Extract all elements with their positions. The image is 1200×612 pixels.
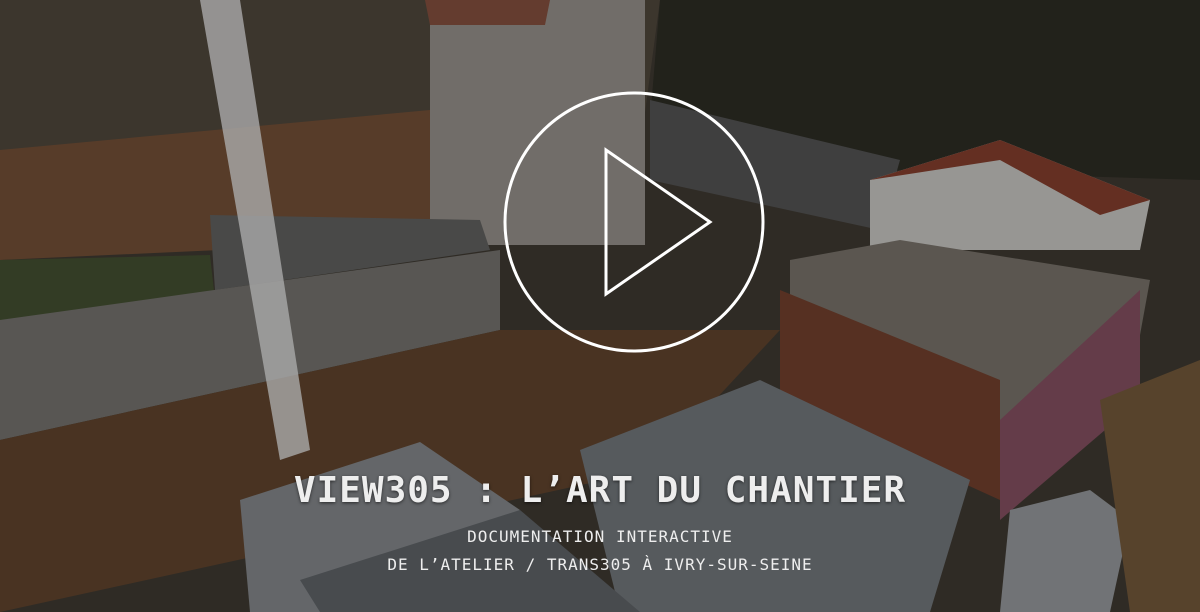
play-icon	[503, 91, 765, 353]
play-button[interactable]	[502, 90, 766, 354]
video-title: VIEW305 : L’ART DU CHANTIER	[293, 470, 907, 511]
video-subtitle-line1: DOCUMENTATION INTERACTIVE	[467, 527, 733, 546]
video-subtitle-line2: DE L’ATELIER / TRANS305 À IVRY-SUR-SEINE	[387, 555, 813, 574]
